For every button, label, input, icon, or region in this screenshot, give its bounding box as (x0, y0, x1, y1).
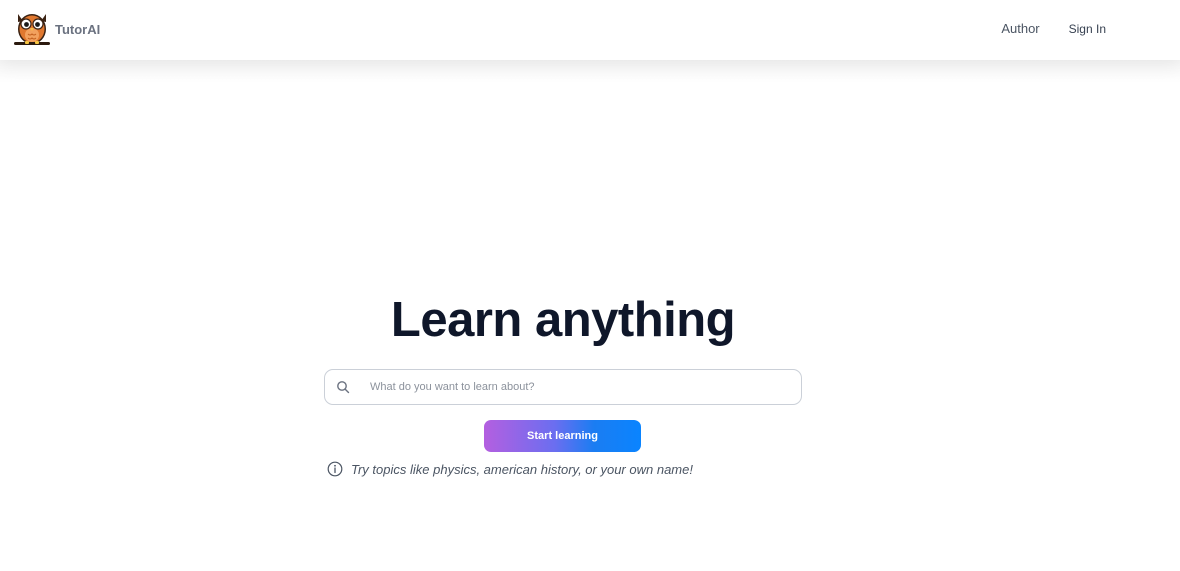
search-icon (337, 381, 350, 394)
topic-hint: Try topics like physics, american histor… (327, 461, 693, 477)
navbar-shadow (0, 60, 1180, 84)
page-title: Learn anything (390, 293, 736, 347)
nav-links: Author Sign In (1001, 21, 1106, 36)
search-box[interactable] (324, 369, 802, 405)
search-input[interactable] (370, 370, 790, 404)
start-learning-button[interactable]: Start learning (484, 420, 641, 452)
nav-author-link[interactable]: Author (1001, 21, 1039, 36)
owl-logo-icon (14, 14, 50, 45)
info-icon (327, 461, 343, 477)
top-navbar: TutorAI Author Sign In (0, 0, 1180, 60)
brand-name: TutorAI (55, 21, 101, 37)
hint-text: Try topics like physics, american histor… (351, 461, 693, 477)
nav-sign-in-link[interactable]: Sign In (1069, 22, 1106, 36)
home-logo-link[interactable]: TutorAI (12, 10, 100, 48)
